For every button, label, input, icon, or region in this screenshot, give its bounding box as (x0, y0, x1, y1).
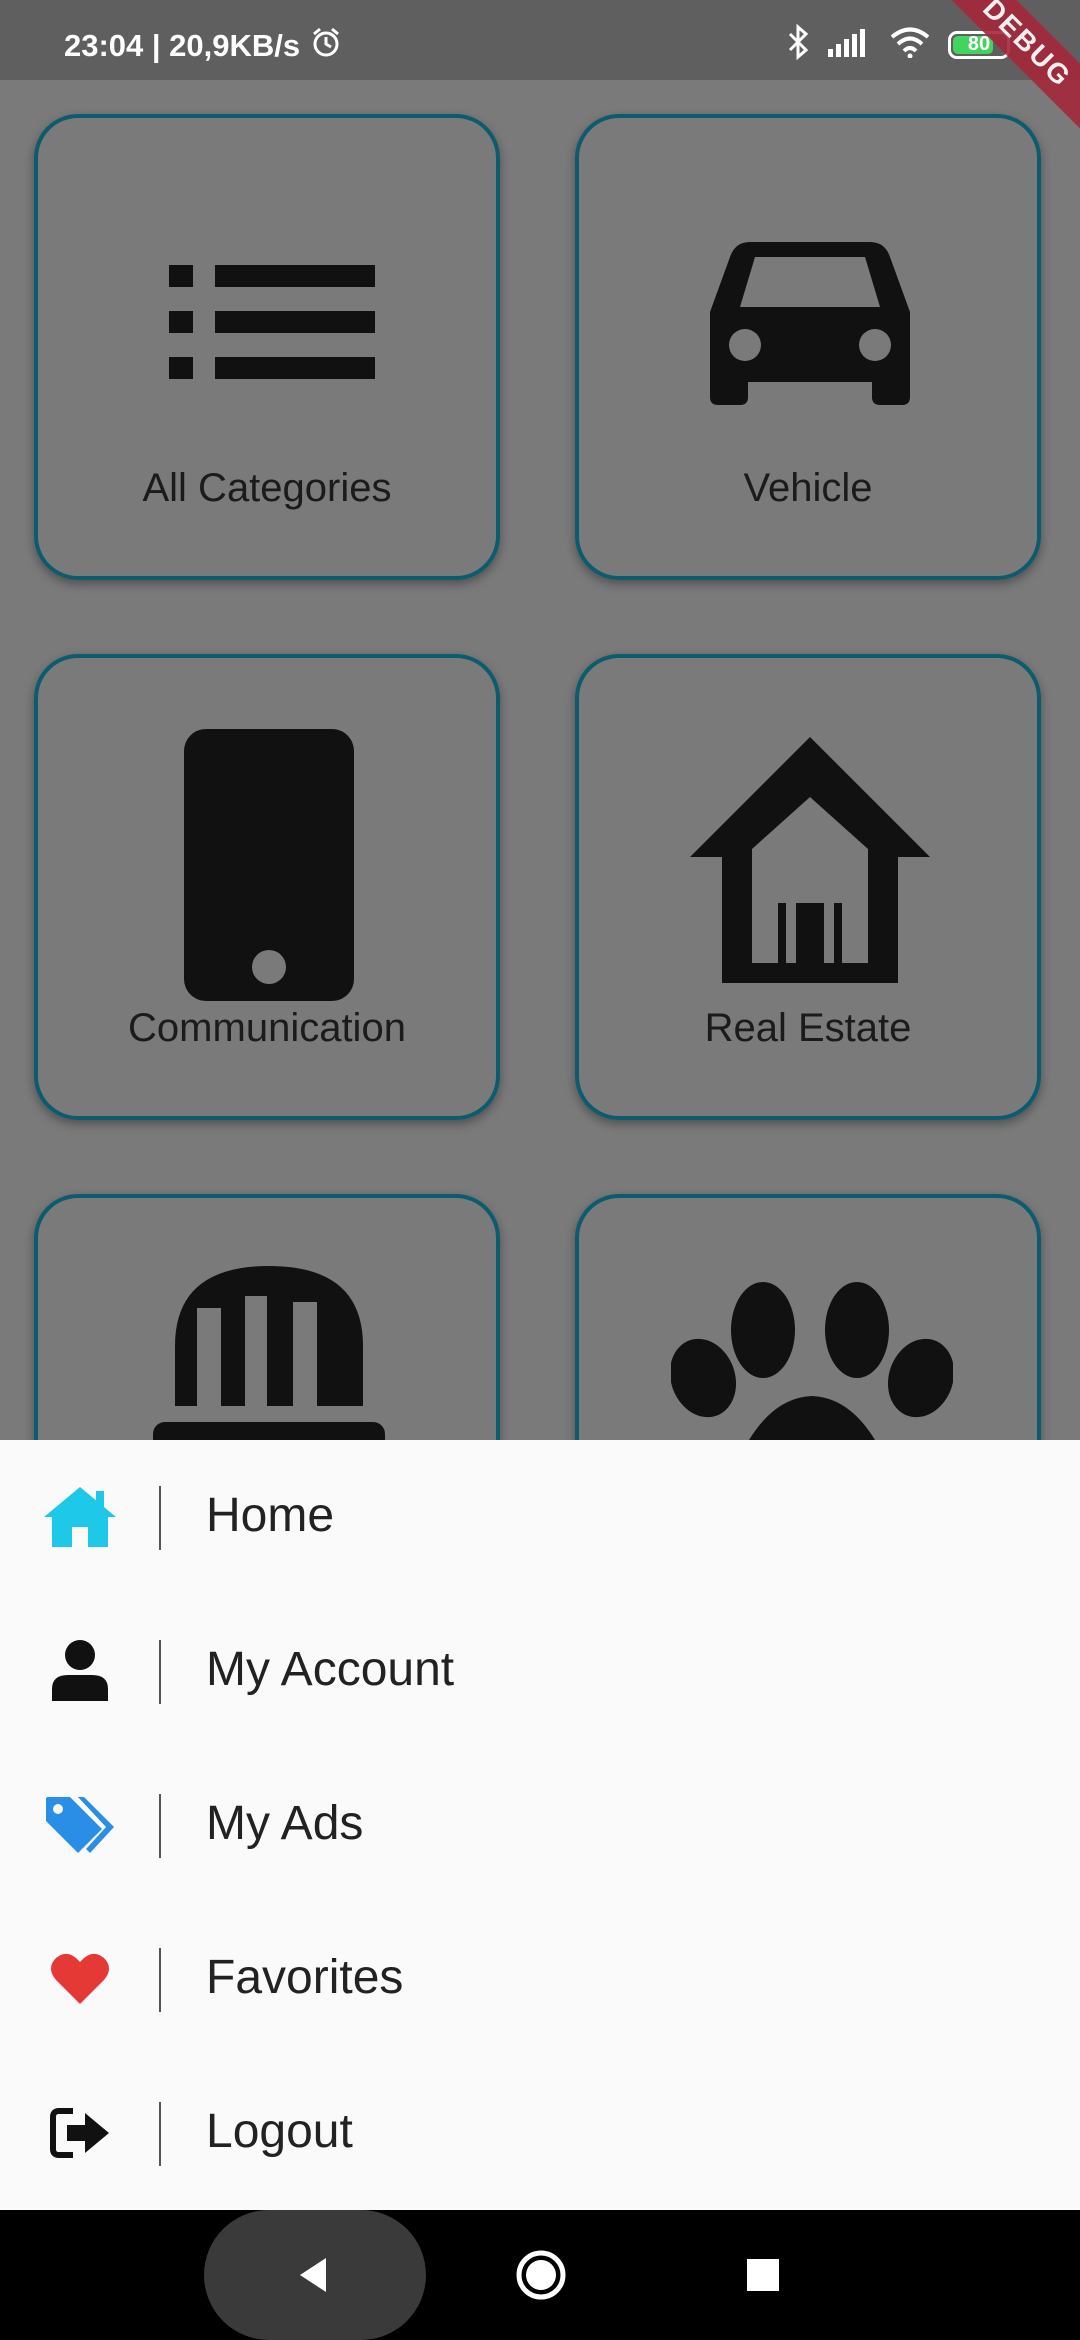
drawer-item-favorites[interactable]: Favorites (0, 1902, 1080, 2056)
signal-icon (828, 27, 872, 62)
user-icon (40, 1594, 120, 1748)
category-grid: All Categories Vehicle Communication Rea… (0, 80, 1080, 1440)
category-card-vehicle[interactable]: Vehicle (575, 114, 1041, 580)
square-icon (747, 2259, 779, 2291)
heart-icon (40, 1902, 120, 2056)
logout-icon (40, 2056, 120, 2210)
category-card-real-estate[interactable]: Real Estate (575, 654, 1041, 1120)
divider (159, 2102, 161, 2166)
category-card-5[interactable] (34, 1194, 500, 1440)
divider (159, 1640, 161, 1704)
drawer-item-label: My Account (206, 1643, 455, 1696)
system-nav-bar (0, 2210, 1080, 2340)
divider (159, 1486, 161, 1550)
bluetooth-icon (786, 23, 810, 65)
wifi-icon (890, 26, 930, 63)
home-nav-button[interactable] (514, 2248, 568, 2302)
category-label: Vehicle (743, 466, 873, 510)
back-icon (300, 2258, 326, 2292)
status-time-speed: 23:04 | 20,9KB/s (64, 28, 301, 63)
back-button[interactable] (290, 2250, 340, 2300)
paw-icon (671, 1282, 953, 1440)
phone-icon (184, 729, 354, 1001)
drawer-item-label: Home (206, 1489, 335, 1542)
house-icon (690, 737, 930, 983)
home-icon (40, 1440, 120, 1594)
drawer-item-label: Logout (206, 2105, 353, 2158)
category-card-all[interactable]: All Categories (34, 114, 500, 580)
recents-button[interactable] (746, 2258, 780, 2292)
status-left: 23:04 | 20,9KB/s (64, 26, 342, 66)
alarm-icon (310, 26, 342, 66)
divider (159, 1794, 161, 1858)
drawer-item-home[interactable]: Home (0, 1440, 1080, 1594)
drawer-item-label: My Ads (206, 1797, 364, 1850)
category-card-communication[interactable]: Communication (34, 654, 500, 1120)
category-card-6[interactable] (575, 1194, 1041, 1440)
car-icon (710, 242, 910, 405)
status-right: 80 (786, 23, 1010, 65)
divider (159, 1948, 161, 2012)
bottom-drawer: Home My Account My Ads Favorites Logout (0, 1440, 1080, 2210)
list-icon (169, 265, 375, 379)
drawer-item-logout[interactable]: Logout (0, 2056, 1080, 2210)
category-label: Real Estate (704, 1006, 912, 1050)
drawer-item-my-ads[interactable]: My Ads (0, 1748, 1080, 1902)
tags-icon (40, 1748, 120, 1902)
status-bar: 23:04 | 20,9KB/s 80 DEBUG (0, 0, 1080, 141)
helmet-icon (153, 1266, 385, 1440)
drawer-item-label: Favorites (206, 1951, 404, 2004)
category-label: All Categories (142, 466, 392, 510)
circle-home-icon (516, 2250, 566, 2300)
drawer-item-my-account[interactable]: My Account (0, 1594, 1080, 1748)
category-label: Communication (128, 1006, 406, 1050)
